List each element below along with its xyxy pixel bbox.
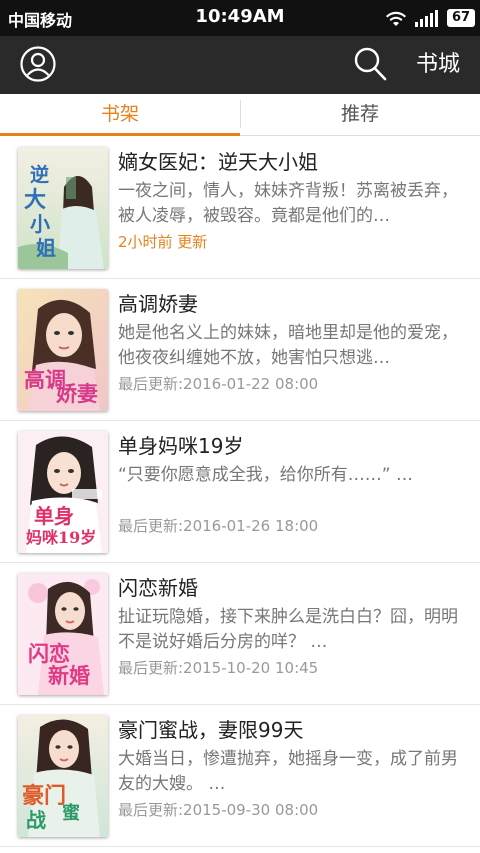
book-update-time: 最后更新:2016-01-22 08:00 [118, 375, 319, 393]
book-item[interactable]: 豪门 战 蜜 豪门蜜战，妻限99天 大婚当日，惨遭抛弃，她摇身一变，成了前男友的… [0, 705, 480, 847]
svg-text:蜜: 蜜 [62, 802, 80, 824]
book-item[interactable]: 闪恋 新婚 闪恋新婚 扯证玩隐婚，接下来肿么是洗白白？囧，明明不是说好婚后分房的… [0, 563, 480, 705]
book-update-time: 最后更新:2016-01-26 18:00 [118, 517, 319, 535]
book-list: 逆 大 小 姐 嫡女医妃：逆天大小姐 一夜之间，情人，妹妹齐背叛！苏离被丢弃，被… [0, 137, 480, 847]
book-description: 大婚当日，惨遭抛弃，她摇身一变，成了前男友的大嫂。 … [118, 749, 458, 794]
book-description: 扯证玩隐婚，接下来肿么是洗白白？囧，明明不是说好婚后分房的咩？ … [118, 607, 458, 652]
user-circle-icon[interactable] [19, 45, 57, 83]
book-title: 高调娇妻 [118, 292, 198, 316]
clock: 10:49AM [195, 6, 285, 27]
wifi-icon [386, 11, 406, 26]
svg-text:单身: 单身 [34, 504, 74, 528]
svg-text:小: 小 [30, 212, 50, 236]
book-update-time: 最后更新:2015-10-20 10:45 [118, 659, 319, 677]
book-update-time: 2小时前 更新 [118, 233, 208, 251]
book-description: 她是他名义上的妹妹，暗地里却是他的爱宠，他夜夜纠缠她不放，她害怕只想逃… [118, 323, 458, 368]
book-description: 一夜之间，情人，妹妹齐背叛！苏离被丢弃，被人凌辱，被毁容。竟都是他们的… [118, 181, 458, 226]
app-bar: 书城 [0, 36, 480, 94]
book-cover: 逆 大 小 姐 [18, 147, 108, 269]
book-item[interactable]: 高调 娇妻 高调娇妻 她是他名义上的妹妹，暗地里却是他的爱宠，他夜夜纠缠她不放，… [0, 279, 480, 421]
book-cover: 高调 娇妻 [18, 289, 108, 411]
bookstore-button[interactable]: 书城 [406, 49, 470, 81]
tab-bookshelf[interactable]: 书架 [0, 94, 240, 136]
book-cover: 单身 妈咪19岁 [18, 431, 108, 553]
book-cover: 豪门 战 蜜 [18, 715, 108, 837]
book-title: 嫡女医妃：逆天大小姐 [118, 150, 318, 174]
book-description: “只要你愿意成全我，给你所有……” … [118, 465, 414, 485]
svg-text:姐: 姐 [36, 236, 56, 260]
book-item[interactable]: 逆 大 小 姐 嫡女医妃：逆天大小姐 一夜之间，情人，妹妹齐背叛！苏离被丢弃，被… [0, 137, 480, 279]
svg-text:大: 大 [24, 187, 46, 213]
battery-indicator: 67 [447, 9, 475, 27]
cover-title-mark: 逆 [30, 163, 49, 186]
svg-text:豪门: 豪门 [22, 783, 66, 809]
svg-text:战: 战 [26, 808, 46, 832]
book-title: 闪恋新婚 [118, 576, 198, 600]
book-item[interactable]: 单身 妈咪19岁 单身妈咪19岁 “只要你愿意成全我，给你所有……” … 最后更… [0, 421, 480, 563]
book-title: 豪门蜜战，妻限99天 [118, 718, 304, 742]
tab-bar: 书架 推荐 [0, 94, 480, 136]
tab-recommend[interactable]: 推荐 [240, 94, 480, 136]
signal-icon [415, 10, 438, 27]
book-cover: 闪恋 新婚 [18, 573, 108, 695]
search-icon[interactable] [352, 45, 388, 83]
book-update-time: 最后更新:2015-09-30 08:00 [118, 801, 319, 819]
active-tab-indicator [0, 133, 240, 136]
svg-text:新婚: 新婚 [48, 663, 90, 688]
status-bar: 中国移动 10:49AM 67 [0, 0, 480, 36]
book-title: 单身妈咪19岁 [118, 434, 244, 458]
svg-text:娇妻: 娇妻 [56, 381, 98, 406]
svg-text:妈咪19岁: 妈咪19岁 [26, 528, 96, 547]
